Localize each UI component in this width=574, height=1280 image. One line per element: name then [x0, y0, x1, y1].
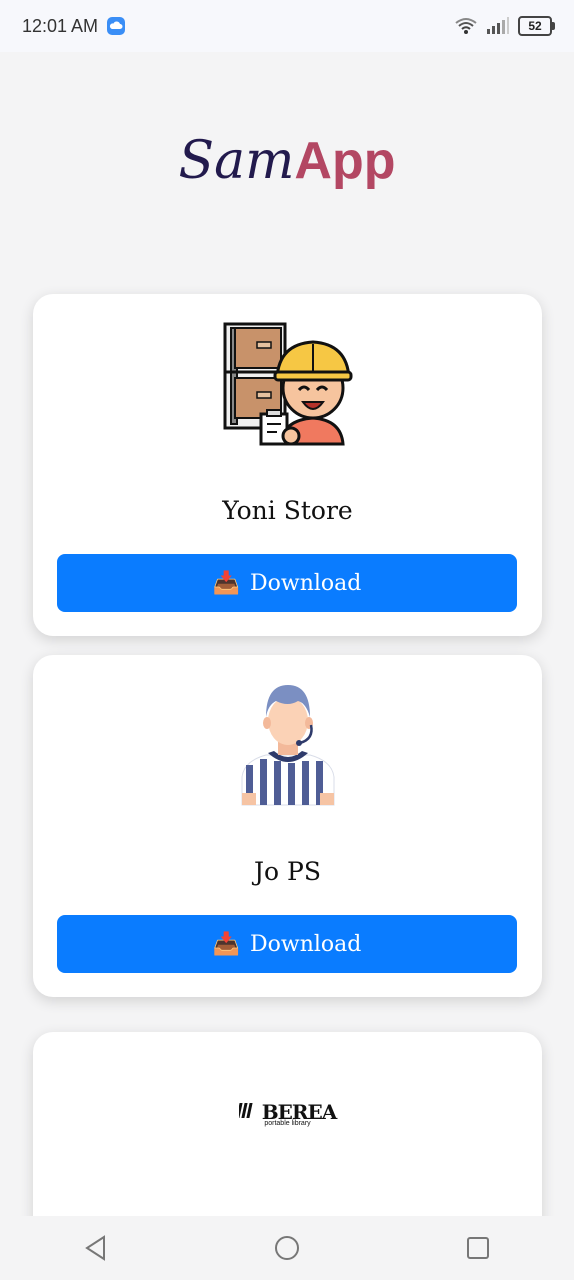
recents-square-icon [467, 1237, 490, 1259]
status-right: 52 [454, 16, 555, 36]
warehouse-worker-icon [223, 322, 352, 446]
download-button[interactable]: 📥 Download [57, 554, 517, 612]
status-left: 12:01 AM [22, 16, 126, 37]
logo-text-sam: Sam [178, 131, 295, 191]
wifi-icon [455, 18, 477, 34]
signal-icon [487, 17, 509, 34]
system-nav-bar [0, 1216, 574, 1280]
status-time: 12:01 AM [22, 15, 99, 36]
inbox-tray-icon: 📥 [212, 570, 241, 596]
status-bar: 12:01 AM 52 [0, 0, 574, 52]
download-button-label: Download [250, 931, 362, 957]
app-name: Jo PS [254, 857, 321, 886]
books-icon [236, 1101, 255, 1123]
app-logo: SamApp [0, 126, 574, 196]
home-button[interactable] [267, 1228, 307, 1268]
back-triangle-icon [84, 1235, 105, 1261]
download-button-label: Download [250, 570, 362, 596]
back-button[interactable] [76, 1228, 116, 1268]
recents-button[interactable] [458, 1228, 498, 1268]
home-circle-icon [274, 1236, 299, 1260]
app-card-jo-ps: Jo PS 📥 Download [33, 655, 542, 997]
battery-icon: 52 [518, 16, 555, 36]
app-name: Yoni Store [222, 496, 353, 525]
download-button[interactable]: 📥 Download [57, 915, 517, 973]
cloud-icon [107, 17, 126, 35]
logo-text-app: App [294, 132, 396, 190]
referee-avatar-icon [241, 685, 334, 806]
app-card-yoni-store: Yoni Store 📥 Download [33, 294, 542, 636]
berea-logo-subtext: portable library [264, 1120, 311, 1127]
inbox-tray-icon: 📥 [212, 931, 241, 957]
berea-logo: BEREA portable library [33, 1100, 542, 1127]
